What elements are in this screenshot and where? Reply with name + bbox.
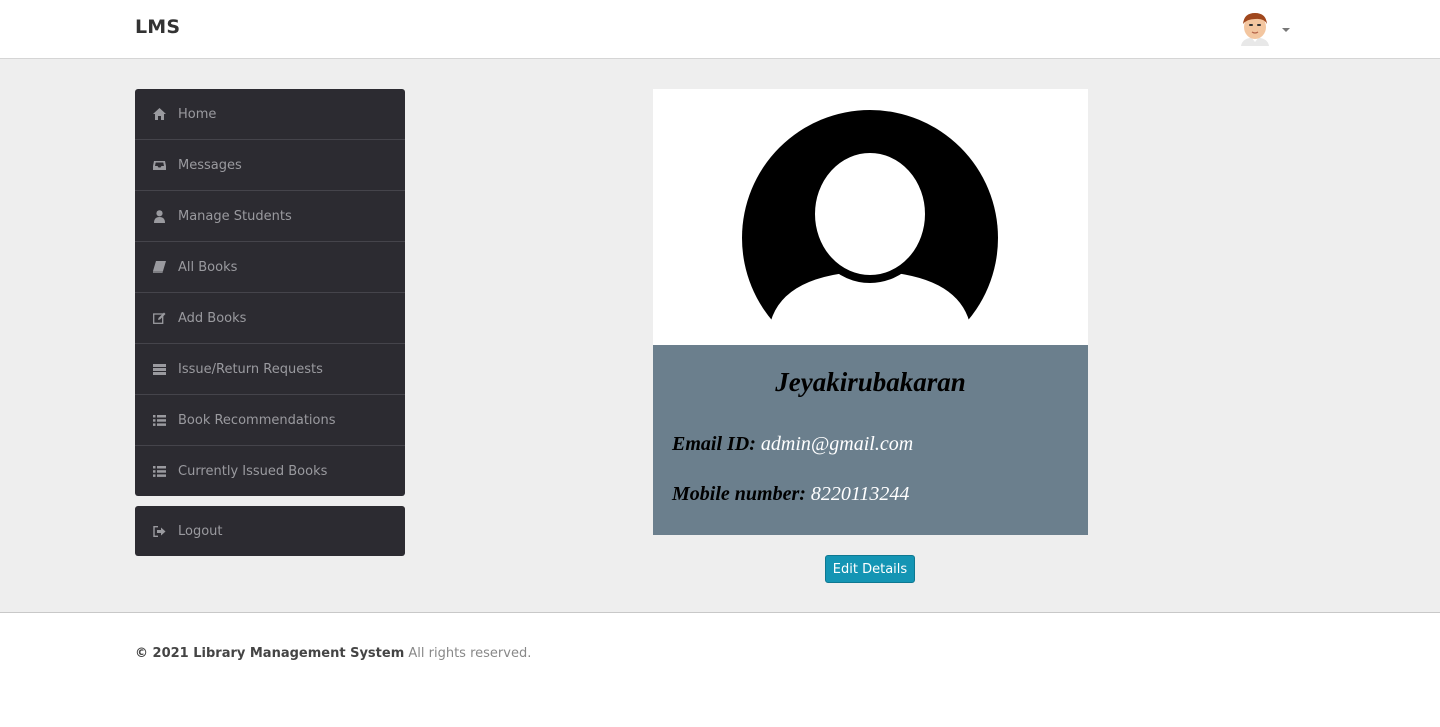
sidebar-item-messages[interactable]: Messages	[135, 140, 405, 191]
sidebar-item-label: Messages	[178, 157, 242, 173]
list-icon	[152, 413, 166, 427]
sidebar-item-label: Book Recommendations	[178, 412, 336, 428]
sidebar-item-label: Issue/Return Requests	[178, 361, 323, 377]
footer-copyright: © 2021 Library Management System	[135, 646, 405, 661]
footer-rights: All rights reserved.	[408, 646, 532, 661]
mobile-label: Mobile number:	[672, 483, 806, 505]
profile-card: Jeyakirubakaran Email ID: admin@gmail.co…	[653, 89, 1088, 535]
email-label: Email ID:	[672, 433, 756, 455]
email-row: Email ID: admin@gmail.com	[672, 433, 913, 456]
sidebar-item-label: Home	[178, 106, 217, 122]
footer: © 2021 Library Management System All rig…	[0, 614, 1440, 727]
sidebar-item-label: Manage Students	[178, 208, 292, 224]
mobile-row: Mobile number: 8220113244	[672, 483, 909, 506]
book-icon	[152, 260, 166, 274]
sidebar-item-all-books[interactable]: All Books	[135, 242, 405, 293]
list-icon	[152, 464, 166, 478]
email-value: admin@gmail.com	[760, 433, 914, 455]
logout-button[interactable]: Logout	[135, 506, 405, 556]
logout-panel: Logout	[135, 506, 405, 556]
profile-info-panel: Jeyakirubakaran Email ID: admin@gmail.co…	[653, 345, 1088, 535]
sign-out-icon	[152, 524, 166, 538]
inbox-icon	[152, 158, 166, 172]
sidebar-item-currently-issued-books[interactable]: Currently Issued Books	[135, 446, 405, 496]
edit-icon	[152, 311, 166, 325]
home-icon	[152, 107, 166, 121]
main-content: Home Messages Manage Students All Books …	[0, 59, 1440, 613]
top-navbar: LMS	[0, 0, 1440, 59]
sidebar-item-home[interactable]: Home	[135, 89, 405, 140]
sidebar-item-label: Add Books	[178, 310, 247, 326]
chevron-down-icon[interactable]	[1282, 28, 1290, 32]
sidebar-item-issue-return-requests[interactable]: Issue/Return Requests	[135, 344, 405, 395]
sidebar-menu: Home Messages Manage Students All Books …	[135, 89, 405, 496]
sidebar-item-label: All Books	[178, 259, 238, 275]
mobile-value: 8220113244	[810, 483, 910, 505]
server-icon	[152, 362, 166, 376]
profile-name: Jeyakirubakaran	[775, 367, 966, 397]
sidebar-item-manage-students[interactable]: Manage Students	[135, 191, 405, 242]
user-menu[interactable]	[1238, 10, 1290, 50]
sidebar-item-book-recommendations[interactable]: Book Recommendations	[135, 395, 405, 446]
sidebar-item-label: Currently Issued Books	[178, 463, 328, 479]
cartoon-man-avatar-icon[interactable]	[1238, 10, 1272, 50]
profile-avatar-area	[653, 89, 1088, 345]
default-avatar-icon	[742, 110, 998, 322]
edit-details-button[interactable]: Edit Details	[825, 555, 915, 583]
footer-text: © 2021 Library Management System All rig…	[135, 646, 531, 661]
brand-logo[interactable]: LMS	[135, 16, 180, 38]
user-icon	[152, 209, 166, 223]
sidebar-item-add-books[interactable]: Add Books	[135, 293, 405, 344]
logout-label: Logout	[178, 523, 223, 539]
